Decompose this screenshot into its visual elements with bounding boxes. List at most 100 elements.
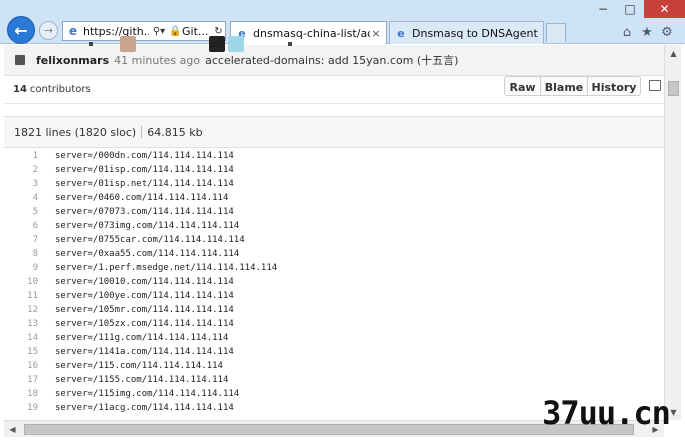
line-code: server=/073img.com/114.114.114.114 bbox=[55, 221, 240, 231]
line-number[interactable]: 16 bbox=[4, 361, 38, 371]
star-icon[interactable]: ★ bbox=[639, 24, 655, 40]
line-number[interactable]: 9 bbox=[4, 263, 38, 273]
desktop-open-icon[interactable] bbox=[649, 80, 661, 91]
line-code: server=/100ye.com/114.114.114.114 bbox=[55, 291, 234, 301]
scroll-up-icon[interactable]: ▲ bbox=[665, 45, 682, 61]
search-dropdown-icon[interactable]: ⚲▾ bbox=[149, 26, 169, 37]
scroll-thumb[interactable] bbox=[668, 81, 679, 96]
close-tab-icon[interactable]: × bbox=[370, 27, 382, 40]
line-code: server=/105zx.com/114.114.114.114 bbox=[55, 319, 234, 329]
line-number[interactable]: 17 bbox=[4, 375, 38, 385]
line-number[interactable]: 6 bbox=[4, 221, 38, 231]
code-view: 1 server=/000dn.com/114.114.114.114 2 serve… bbox=[4, 149, 664, 415]
line-number[interactable]: 8 bbox=[4, 249, 38, 259]
tab-title: dnsmasq-china-list/accel... bbox=[253, 26, 370, 40]
line-code: server=/1141a.com/114.114.114.114 bbox=[55, 347, 234, 357]
file-lines: 1821 lines (1820 sloc) bbox=[14, 125, 137, 139]
file-info-divider bbox=[141, 126, 143, 138]
tab-active[interactable]: e dnsmasq-china-list/accel... × bbox=[230, 21, 387, 44]
code-line: 6 server=/073img.com/114.114.114.114 bbox=[4, 219, 664, 233]
line-number[interactable]: 7 bbox=[4, 235, 38, 245]
contributor-count[interactable]: 14 bbox=[13, 84, 27, 95]
watermark: 37uu.cn bbox=[542, 394, 671, 432]
commit-icon bbox=[15, 55, 25, 65]
new-tab-button[interactable] bbox=[546, 23, 566, 42]
vertical-scrollbar[interactable]: ▲ ▼ bbox=[664, 45, 681, 420]
avatar[interactable] bbox=[288, 42, 292, 46]
arrow-left-icon: ← bbox=[14, 20, 28, 40]
code-line: 2 server=/01isp.com/114.114.114.114 bbox=[4, 163, 664, 177]
line-code: server=/000dn.com/114.114.114.114 bbox=[55, 151, 234, 161]
code-line: 4 server=/0460.com/114.114.114.114 bbox=[4, 191, 664, 205]
latest-commit-bar: felixonmars 41 minutes ago accelerated-d… bbox=[4, 45, 664, 76]
address-url[interactable]: https://gith... bbox=[83, 25, 149, 38]
scroll-left-icon[interactable]: ◀ bbox=[4, 421, 21, 438]
line-number[interactable]: 11 bbox=[4, 291, 38, 301]
lock-icon[interactable]: 🔒 bbox=[169, 26, 182, 37]
avatar[interactable] bbox=[120, 36, 136, 52]
tab-inactive[interactable]: e Dnsmasq to DNSAgent Rule... bbox=[389, 21, 544, 44]
line-number[interactable]: 14 bbox=[4, 333, 38, 343]
line-number[interactable]: 15 bbox=[4, 347, 38, 357]
history-button[interactable]: History bbox=[588, 77, 640, 95]
avatar[interactable] bbox=[228, 36, 244, 52]
raw-button[interactable]: Raw bbox=[505, 77, 541, 95]
back-button[interactable]: ← bbox=[7, 16, 35, 44]
line-code: server=/1.perf.msedge.net/114.114.114.11… bbox=[55, 263, 278, 273]
code-line: 16 server=/115.com/114.114.114.114 bbox=[4, 359, 664, 373]
site-identity-label[interactable]: Git... bbox=[182, 25, 212, 38]
line-number[interactable]: 19 bbox=[4, 403, 38, 413]
code-line: 5 server=/07073.com/114.114.114.114 bbox=[4, 205, 664, 219]
contributor-label[interactable]: contributors bbox=[30, 84, 91, 95]
line-code: server=/0xaa55.com/114.114.114.114 bbox=[55, 249, 240, 259]
line-code: server=/105mr.com/114.114.114.114 bbox=[55, 305, 234, 315]
line-code: server=/1155.com/114.114.114.114 bbox=[55, 375, 229, 385]
line-number[interactable]: 12 bbox=[4, 305, 38, 315]
refresh-icon[interactable]: ↻ bbox=[212, 26, 225, 37]
avatar[interactable] bbox=[89, 42, 93, 46]
code-line: 1 server=/000dn.com/114.114.114.114 bbox=[4, 149, 664, 163]
page-content: felixonmars 41 minutes ago accelerated-d… bbox=[4, 45, 664, 420]
line-code: server=/0460.com/114.114.114.114 bbox=[55, 193, 229, 203]
maximize-button[interactable]: □ bbox=[617, 0, 643, 18]
line-number[interactable]: 13 bbox=[4, 319, 38, 329]
close-window-button[interactable]: ✕ bbox=[644, 0, 685, 18]
line-number[interactable]: 5 bbox=[4, 207, 38, 217]
line-number[interactable]: 4 bbox=[4, 193, 38, 203]
line-code: server=/115img.com/114.114.114.114 bbox=[55, 389, 240, 399]
code-line: 10 server=/10010.com/114.114.114.114 bbox=[4, 275, 664, 289]
commit-author[interactable]: felixonmars bbox=[36, 54, 109, 67]
line-code: server=/0755car.com/114.114.114.114 bbox=[55, 235, 245, 245]
ie-favicon-icon: e bbox=[397, 26, 405, 40]
file-info-bar: 1821 lines (1820 sloc) 64.815 kb bbox=[4, 116, 664, 148]
line-code: server=/01isp.net/114.114.114.114 bbox=[55, 179, 234, 189]
ie-logo-icon: e bbox=[68, 24, 78, 38]
line-number[interactable]: 18 bbox=[4, 389, 38, 399]
line-number[interactable]: 3 bbox=[4, 179, 38, 189]
file-actions-group: Raw Blame History bbox=[504, 76, 641, 96]
blame-button[interactable]: Blame bbox=[541, 77, 588, 95]
code-line: 15 server=/1141a.com/114.114.114.114 bbox=[4, 345, 664, 359]
minimize-button[interactable]: − bbox=[590, 0, 616, 18]
commit-time: 41 minutes ago bbox=[114, 53, 201, 67]
code-line: 14 server=/111g.com/114.114.114.114 bbox=[4, 331, 664, 345]
line-code: server=/111g.com/114.114.114.114 bbox=[55, 333, 229, 343]
file-size: 64.815 kb bbox=[147, 125, 203, 139]
address-bar[interactable]: e https://gith... ⚲▾ 🔒 Git... ↻ bbox=[62, 21, 226, 41]
tab-title: Dnsmasq to DNSAgent Rule... bbox=[412, 26, 539, 40]
code-line: 11 server=/100ye.com/114.114.114.114 bbox=[4, 289, 664, 303]
line-code: server=/10010.com/114.114.114.114 bbox=[55, 277, 234, 287]
code-line: 7 server=/0755car.com/114.114.114.114 bbox=[4, 233, 664, 247]
code-line: 8 server=/0xaa55.com/114.114.114.114 bbox=[4, 247, 664, 261]
code-line: 12 server=/105mr.com/114.114.114.114 bbox=[4, 303, 664, 317]
code-line: 13 server=/105zx.com/114.114.114.114 bbox=[4, 317, 664, 331]
avatar[interactable] bbox=[209, 36, 225, 52]
line-number[interactable]: 2 bbox=[4, 165, 38, 175]
gear-icon[interactable]: ⚙ bbox=[659, 24, 675, 40]
line-number[interactable]: 10 bbox=[4, 277, 38, 287]
commit-message[interactable]: accelerated-domains: add 15yan.com (十五言) bbox=[205, 52, 458, 68]
forward-button[interactable]: → bbox=[39, 21, 58, 40]
line-number[interactable]: 1 bbox=[4, 151, 38, 161]
line-code: server=/115.com/114.114.114.114 bbox=[55, 361, 223, 371]
home-icon[interactable]: ⌂ bbox=[619, 24, 635, 40]
